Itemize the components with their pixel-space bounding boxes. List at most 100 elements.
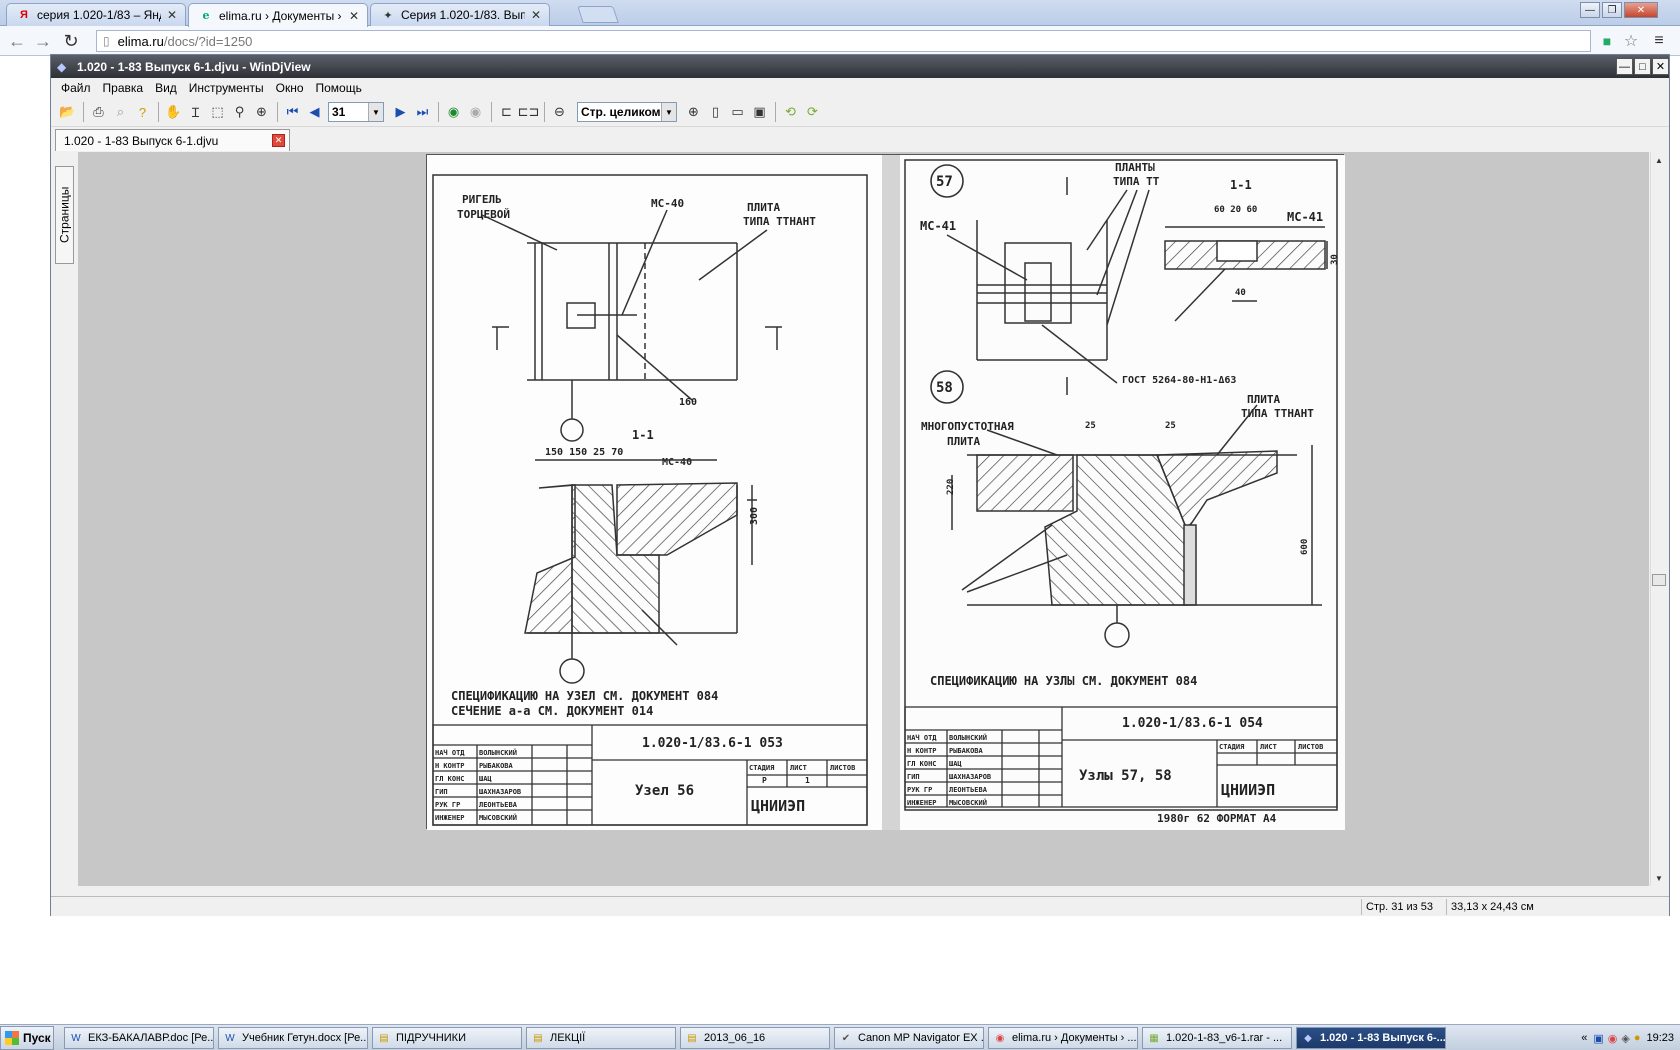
forward-arrow-icon[interactable]: → xyxy=(32,30,54,52)
label-plita-58: ПЛИТА xyxy=(947,435,980,448)
close-window-icon[interactable]: ✕ xyxy=(1624,2,1658,18)
right-sig-name-3: ШАХНАЗАРОВ xyxy=(949,773,991,781)
menu-icon[interactable]: ≡ xyxy=(1648,30,1670,52)
task-lektsii[interactable]: ▤ ЛЕКЦІЇ xyxy=(526,1027,676,1049)
menu-edit[interactable]: Правка xyxy=(97,81,150,95)
task-2013-06-16[interactable]: ▤ 2013_06_16 xyxy=(680,1027,830,1049)
close-tab-icon[interactable]: ✕ xyxy=(167,8,177,22)
zoom-tool-icon[interactable]: ⚲ xyxy=(229,102,250,123)
page-number-combo[interactable]: 31 ▼ xyxy=(328,102,384,122)
menu-view[interactable]: Вид xyxy=(149,81,183,95)
find-icon[interactable]: ⌕ xyxy=(110,102,131,123)
network-icon[interactable]: ▣ xyxy=(1593,1032,1603,1045)
maximize-icon[interactable]: □ xyxy=(1634,58,1651,75)
browser-tab-seria[interactable]: ✦ Серия 1.020-1/83. Выпуск ✕ xyxy=(370,3,550,26)
address-bar[interactable]: ▯ elima.ru/docs/?id=1250 xyxy=(96,30,1591,52)
chrome-tray-icon[interactable]: ◉ xyxy=(1608,1032,1618,1045)
minimize-icon[interactable]: — xyxy=(1616,58,1633,75)
document-tabbar: 1.020 - 1-83 Выпуск 6-1.djvu ✕ xyxy=(51,127,1669,151)
menu-help[interactable]: Помощь xyxy=(310,81,368,95)
fit-width-icon[interactable]: ▭ xyxy=(727,102,748,123)
menu-file[interactable]: Файл xyxy=(55,81,97,95)
last-page-icon[interactable]: ⏭ xyxy=(412,102,433,123)
task-rar-archive[interactable]: ▦ 1.020-1-83_v6-1.rar - ... xyxy=(1142,1027,1292,1049)
hand-tool-icon[interactable]: ✋ xyxy=(163,102,184,123)
zoom-rect-icon[interactable]: ⊕ xyxy=(251,102,272,123)
browser-tab-elima[interactable]: e elima.ru › Документы › Сер ✕ xyxy=(188,3,368,27)
zoom-combo[interactable]: Стр. целиком ▼ xyxy=(577,102,677,122)
antivirus-icon[interactable]: ● xyxy=(1634,1032,1641,1044)
scrollbar-thumb[interactable] xyxy=(1652,574,1666,586)
left-sig-role-1: Н КОНТР xyxy=(435,762,465,770)
zoom-out-icon[interactable]: ⊖ xyxy=(549,102,570,123)
facing-pages-icon[interactable]: ⊏⊐ xyxy=(518,102,540,123)
page-icon: ▯ xyxy=(103,34,110,48)
label-mc40: МС-40 xyxy=(651,197,684,210)
clock[interactable]: 19:23 xyxy=(1646,1032,1674,1044)
right-dims-top: 60 20 60 xyxy=(1214,205,1257,215)
scroll-down-icon[interactable]: ▼ xyxy=(1651,870,1667,886)
rect-select-icon[interactable]: ⬚ xyxy=(207,102,228,123)
task-canon-navigator[interactable]: ✔ Canon MP Navigator EX ... xyxy=(834,1027,984,1049)
start-button[interactable]: Пуск xyxy=(0,1026,54,1050)
right-sig-name-2: ШАЦ xyxy=(949,760,962,768)
fit-page-icon[interactable]: ▣ xyxy=(749,102,770,123)
browser-tab-yandex[interactable]: Я серия 1.020-1/83 – Яндекс ✕ xyxy=(6,3,186,26)
back-arrow-icon[interactable]: ← xyxy=(6,30,28,52)
chevron-down-icon[interactable]: ▼ xyxy=(368,103,383,121)
close-tab-icon[interactable]: ✕ xyxy=(531,8,541,22)
close-document-icon[interactable]: ✕ xyxy=(272,134,285,147)
prev-page-icon[interactable]: ◀ xyxy=(304,102,325,123)
help-icon[interactable]: ? xyxy=(132,102,153,123)
document-view[interactable]: РИГЕЛЬ ТОРЦЕВОЙ МС-40 ПЛИТА ТИПА ТТНАНТ xyxy=(78,152,1649,886)
first-page-icon[interactable]: ⏮ xyxy=(282,102,303,123)
toolbar-separator xyxy=(158,102,159,122)
status-page: Стр. 31 из 53 xyxy=(1361,899,1441,915)
text-select-icon[interactable]: Ɪ xyxy=(185,102,206,123)
pages-sidebar-tab[interactable]: Страницы xyxy=(55,166,74,264)
document-tab[interactable]: 1.020 - 1-83 Выпуск 6-1.djvu ✕ xyxy=(55,129,290,151)
left-sig-name-4: ЛЕОНТЬЕВА xyxy=(479,801,518,809)
volume-icon[interactable]: ◈ xyxy=(1621,1032,1629,1045)
close-tab-icon[interactable]: ✕ xyxy=(349,9,359,23)
minimize-icon[interactable]: — xyxy=(1580,2,1600,18)
task-ekz-bakalavr[interactable]: W ЕКЗ-БАКАЛАВР.doc [Ре... xyxy=(64,1027,214,1049)
browser-tab-strip: Я серия 1.020-1/83 – Яндекс ✕ e elima.ru… xyxy=(0,0,1680,27)
single-page-icon[interactable]: ⊏ xyxy=(496,102,517,123)
vertical-scrollbar[interactable]: ▲ ▼ xyxy=(1650,152,1667,886)
left-sig-name-0: ВОЛЫНСКИЙ xyxy=(479,748,517,757)
scroll-up-icon[interactable]: ▲ xyxy=(1651,152,1667,168)
zoom-in-icon[interactable]: ⊕ xyxy=(683,102,704,123)
task-elima-chrome[interactable]: ◉ elima.ru › Документы › ... xyxy=(988,1027,1138,1049)
task-uchebnik[interactable]: W Учебник Гетун.docx [Ре... xyxy=(218,1027,368,1049)
close-icon[interactable]: ✕ xyxy=(1652,58,1669,75)
chevron-down-icon[interactable]: ▼ xyxy=(661,103,676,121)
reload-icon[interactable]: ↻ xyxy=(60,30,82,52)
open-folder-icon[interactable]: 📂 xyxy=(57,102,78,123)
left-sig-role-3: ГИП xyxy=(435,788,448,796)
restore-icon[interactable]: ❐ xyxy=(1602,2,1622,18)
new-tab-button[interactable] xyxy=(577,6,619,23)
yandex-favicon-icon: Я xyxy=(20,9,28,21)
bookmark-star-icon[interactable]: ☆ xyxy=(1620,30,1642,52)
print-icon[interactable]: ⎙ xyxy=(88,102,109,123)
scan-drawing: РИГЕЛЬ ТОРЦЕВОЙ МС-40 ПЛИТА ТИПА ТТНАНТ xyxy=(427,155,1345,830)
menu-tools[interactable]: Инструменты xyxy=(183,81,270,95)
tray-expand-icon[interactable]: « xyxy=(1581,1032,1587,1044)
menu-window[interactable]: Окно xyxy=(270,81,310,95)
folder-icon: ▤ xyxy=(533,1032,543,1044)
rotate-left-icon[interactable]: ⟲ xyxy=(780,102,801,123)
left-sig-name-5: МЫСОВСКИЙ xyxy=(479,813,517,822)
history-back-icon[interactable]: ◉ xyxy=(443,102,464,123)
task-windjview[interactable]: ◆ 1.020 - 1-83 Выпуск 6-... xyxy=(1296,1027,1446,1049)
dim-600: 600 xyxy=(1300,539,1310,555)
extension-icon[interactable]: ■ xyxy=(1596,30,1618,52)
actual-size-icon[interactable]: ▯ xyxy=(705,102,726,123)
task-pidruchnyky[interactable]: ▤ ПІДРУЧНИКИ xyxy=(372,1027,522,1049)
page-scan: РИГЕЛЬ ТОРЦЕВОЙ МС-40 ПЛИТА ТИПА ТТНАНТ xyxy=(426,154,1345,830)
rotate-right-icon[interactable]: ⟳ xyxy=(802,102,823,123)
node-58-label: 58 xyxy=(936,380,953,396)
history-forward-icon[interactable]: ◉ xyxy=(465,102,486,123)
next-page-icon[interactable]: ▶ xyxy=(390,102,411,123)
right-sig-role-3: ГИП xyxy=(907,773,920,781)
